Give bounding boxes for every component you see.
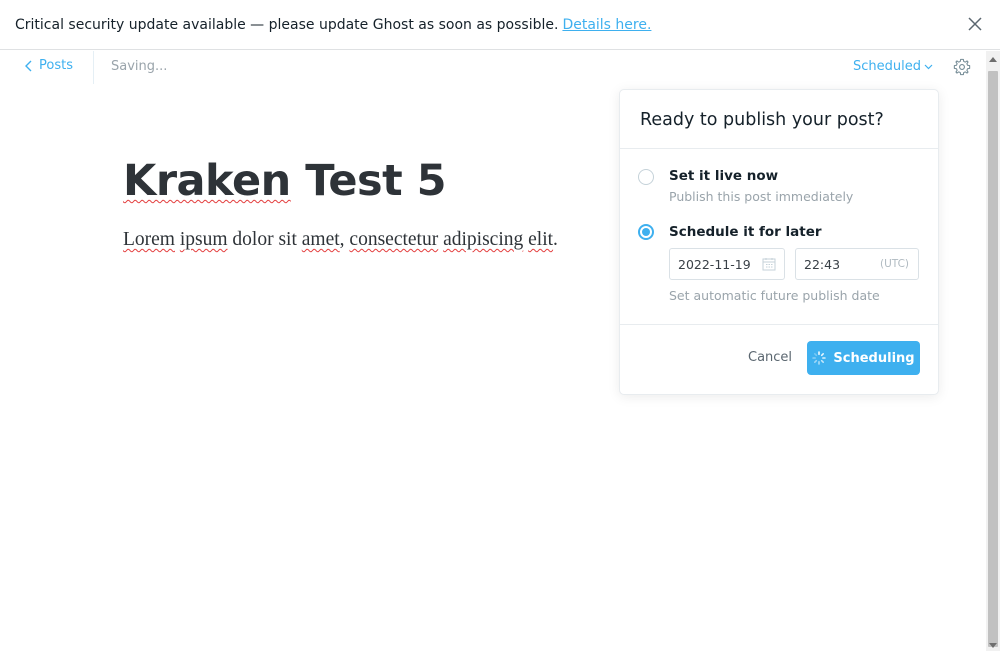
radio-set-live-now[interactable] (638, 169, 654, 185)
option-label: Set it live now (669, 168, 779, 184)
popover-divider (620, 148, 938, 149)
option-schedule-later[interactable]: Schedule it for later (638, 224, 918, 246)
body-text: dolor sit (227, 229, 302, 250)
radio-schedule-later[interactable] (638, 224, 654, 240)
notification-text: Critical security update available — ple… (15, 16, 559, 33)
scroll-up-arrow[interactable] (989, 57, 997, 62)
post-status-dropdown[interactable]: Scheduled (853, 59, 933, 74)
date-input[interactable]: 2022-11-19 (669, 248, 785, 280)
publish-menu-popover: Ready to publish your post? Set it live … (619, 89, 939, 395)
cancel-button[interactable]: Cancel (748, 350, 792, 365)
details-link[interactable]: Details here. (562, 17, 651, 33)
body-word: Lorem (123, 229, 175, 250)
body-word: consectetur (349, 229, 439, 250)
vertical-scrollbar[interactable] (986, 51, 1000, 651)
body-word: amet (301, 229, 340, 250)
body-text: . (553, 229, 558, 250)
calendar-icon (762, 258, 776, 271)
date-value: 2022-11-19 (678, 257, 751, 272)
body-word: elit (528, 229, 554, 250)
header-divider (93, 51, 94, 84)
spinner-icon (812, 351, 827, 365)
security-notification-bar: Critical security update available — ple… (0, 0, 1000, 50)
gear-icon[interactable] (953, 58, 971, 76)
schedule-button[interactable]: Scheduling (807, 341, 920, 375)
title-rest: Test 5 (290, 156, 447, 206)
scroll-down-arrow[interactable] (989, 643, 997, 648)
back-to-posts-link[interactable]: Posts (24, 58, 73, 73)
body-text: , (339, 229, 350, 250)
option-description: Publish this post immediately (669, 189, 854, 204)
body-word: adipiscing (443, 229, 524, 250)
title-misspelled-word: Kraken (123, 156, 291, 206)
editor-header: Posts Saving... Scheduled (0, 51, 986, 85)
time-input[interactable]: 22:43 (UTC) (795, 248, 919, 280)
option-label: Schedule it for later (669, 224, 822, 240)
scroll-thumb[interactable] (988, 71, 998, 647)
schedule-hint: Set automatic future publish date (669, 288, 880, 303)
post-status-label: Scheduled (853, 59, 921, 74)
back-label: Posts (39, 58, 73, 73)
publish-menu-title: Ready to publish your post? (640, 110, 884, 130)
body-word: ipsum (179, 229, 228, 250)
chevron-left-icon (25, 60, 32, 71)
close-icon[interactable] (967, 16, 983, 32)
post-title[interactable]: Kraken Test 5 (123, 156, 447, 206)
timezone-label: (UTC) (879, 258, 909, 270)
schedule-button-label: Scheduling (833, 350, 915, 366)
post-body[interactable]: Lorem ipsum dolor sit amet, consectetur … (123, 229, 558, 251)
save-status: Saving... (111, 59, 168, 74)
chevron-down-icon (924, 64, 933, 69)
popover-divider (620, 324, 938, 325)
option-set-live-now[interactable]: Set it live now Publish this post immedi… (638, 168, 918, 208)
time-value: 22:43 (804, 257, 841, 272)
